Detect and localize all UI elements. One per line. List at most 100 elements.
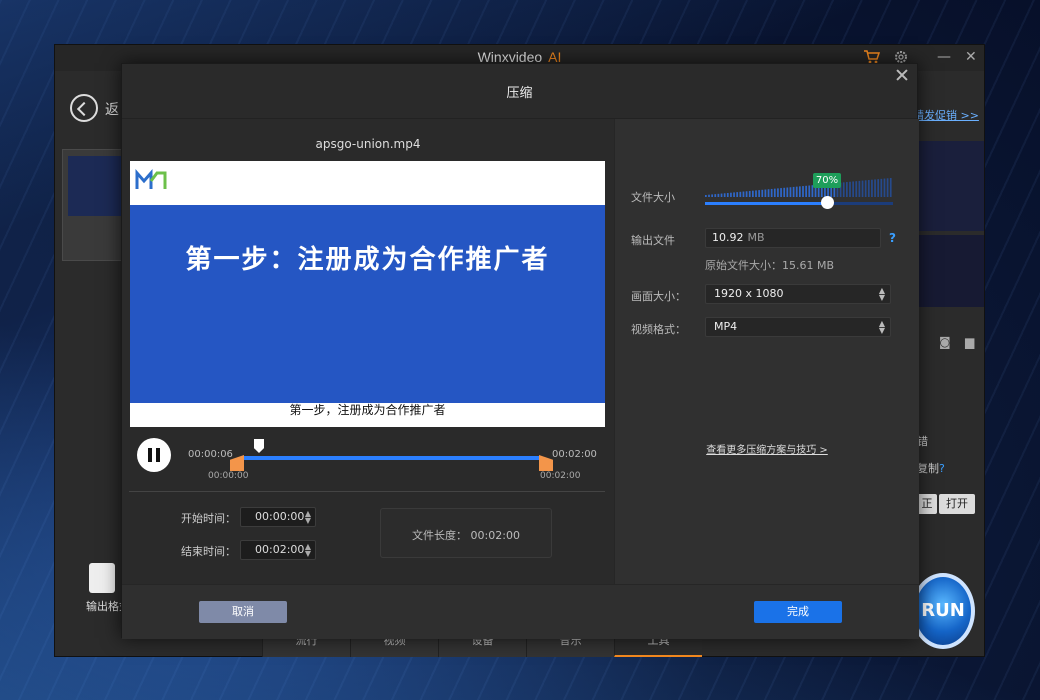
size-histogram-bar: [802, 186, 804, 197]
compress-dialog: 压缩 apsgo-union.mp4 第一步：注册成为合作推广者 第一步，注册成…: [121, 63, 919, 639]
open-button[interactable]: 打开: [939, 494, 975, 514]
size-histogram-bar: [705, 195, 707, 197]
size-histogram-bar: [842, 182, 845, 197]
dialog-title: 压缩: [506, 86, 533, 101]
pause-icon: [148, 448, 152, 462]
size-histogram-bar: [864, 180, 867, 197]
size-histogram-bar: [874, 179, 876, 197]
size-histogram-bar: [711, 194, 713, 197]
size-histogram-bar: [733, 192, 735, 197]
size-histogram-bar: [755, 190, 757, 197]
output-file-label: 输出文件: [631, 234, 675, 247]
size-histogram-bar: [726, 192, 729, 197]
resolution-value: 1920 x 1080: [714, 287, 784, 300]
video-subtitle: 第一步，注册成为合作推广者: [289, 403, 446, 417]
camera-icon[interactable]: ◙: [939, 335, 951, 349]
original-size: 原始文件大小：15.61 MB: [705, 259, 835, 272]
settings-pane: 文件大小 70% 输出文件 10.92 MB ? 原始文件大小：15.61 MB …: [614, 119, 919, 584]
help-icon[interactable]: ?: [889, 231, 896, 245]
playhead-handle[interactable]: [254, 439, 264, 453]
size-histogram-bar: [780, 188, 782, 197]
size-histogram-bar: [708, 194, 710, 197]
size-histogram-bar: [717, 193, 720, 197]
size-histogram-bar: [723, 193, 726, 197]
current-time: 00:00:06: [188, 449, 233, 460]
close-icon[interactable]: [895, 68, 909, 82]
file-name: apsgo-union.mp4: [315, 137, 421, 151]
side-label-2: 复制?: [917, 460, 945, 476]
run-button[interactable]: RUN: [911, 573, 975, 649]
size-histogram-bar: [783, 187, 786, 197]
size-histogram-bar: [773, 188, 776, 197]
total-time: 00:02:00: [552, 449, 597, 460]
back-label[interactable]: 返: [105, 99, 119, 119]
size-histogram-bar: [736, 192, 739, 197]
size-histogram-bar: [720, 193, 723, 197]
pause-icon-bar: [156, 448, 160, 462]
size-histogram: [705, 178, 892, 197]
format-value: MP4: [714, 320, 738, 333]
size-histogram-bar: [714, 194, 717, 197]
size-histogram-bar: [861, 180, 864, 197]
output-format-icon[interactable]: [89, 563, 115, 593]
size-histogram-bar: [761, 189, 764, 197]
size-histogram-bar: [764, 189, 767, 197]
timeline-track[interactable]: [240, 456, 542, 460]
video-list-item[interactable]: [62, 149, 126, 261]
trim-end-handle[interactable]: [539, 455, 553, 471]
size-histogram-bar: [792, 186, 795, 197]
resolution-select[interactable]: 1920 x 1080 ▲ ▼: [705, 284, 891, 304]
size-histogram-bar: [886, 178, 889, 197]
size-histogram-bar: [867, 180, 870, 197]
pause-button[interactable]: [137, 438, 171, 472]
chevron-updown-icon: ▲ ▼: [878, 286, 885, 302]
start-time-input[interactable]: 00:00:00 ▲ ▼: [240, 507, 316, 527]
duration-box: 文件长度： 00:02:00: [380, 508, 552, 558]
size-histogram-bar: [852, 181, 854, 197]
divider: [129, 491, 605, 492]
size-histogram-bar: [883, 178, 886, 197]
video-preview[interactable]: 第一步：注册成为合作推广者 第一步，注册成为合作推广者: [130, 161, 605, 427]
promo-link[interactable]: 精发促销 >>: [913, 107, 979, 123]
format-select[interactable]: MP4 ▲ ▼: [705, 317, 891, 337]
size-histogram-bar: [770, 188, 773, 197]
end-time-input[interactable]: 00:02:00 ▲ ▼: [240, 540, 316, 560]
end-time-stepper[interactable]: ▲ ▼: [305, 543, 311, 558]
minimize-button[interactable]: —: [937, 49, 951, 65]
end-time-value: 00:02:00: [255, 543, 305, 556]
size-histogram-bar: [767, 189, 770, 197]
help-icon[interactable]: ?: [939, 462, 945, 475]
preview-pane: apsgo-union.mp4 第一步：注册成为合作推广者 第一步，注册成为合作…: [122, 119, 614, 584]
size-slider-handle[interactable]: [821, 196, 834, 209]
size-percent-badge: 70%: [813, 173, 841, 188]
end-time-label: 结束时间：: [181, 545, 236, 558]
resolution-label: 画面大小：: [631, 290, 686, 303]
size-histogram-bar: [730, 192, 732, 197]
size-histogram-bar: [889, 178, 892, 197]
size-histogram-bar: [799, 186, 801, 197]
file-size-label: 文件大小: [631, 191, 675, 204]
trim-end-label: 00:02:00: [540, 471, 581, 481]
size-histogram-bar: [849, 181, 851, 197]
size-histogram-bar: [880, 178, 883, 197]
folder-icon[interactable]: ▆: [965, 335, 974, 349]
side-button-left[interactable]: 正: [917, 494, 937, 514]
start-time-label: 开始时间：: [181, 512, 236, 525]
size-histogram-bar: [877, 179, 880, 197]
size-histogram-bar: [858, 180, 861, 197]
output-size-unit: MB: [747, 231, 765, 244]
done-button[interactable]: 完成: [754, 601, 842, 623]
window-close-button[interactable]: ✕: [965, 49, 977, 65]
tips-link[interactable]: 查看更多压缩方案与技巧 >: [615, 441, 919, 456]
video-headline: 第一步：注册成为合作推广者: [185, 245, 550, 275]
size-slider-remaining: [829, 202, 893, 205]
duration-text: 文件长度： 00:02:00: [412, 529, 520, 542]
start-time-stepper[interactable]: ▲ ▼: [305, 510, 311, 525]
output-size-input[interactable]: 10.92 MB: [705, 228, 881, 248]
dialog-header: 压缩: [122, 64, 917, 119]
size-histogram-bar: [748, 190, 751, 197]
back-arrow-icon[interactable]: [70, 94, 98, 122]
brand-logo-icon: [135, 167, 167, 193]
size-histogram-bar: [786, 187, 789, 197]
cancel-button[interactable]: 取消: [199, 601, 287, 623]
